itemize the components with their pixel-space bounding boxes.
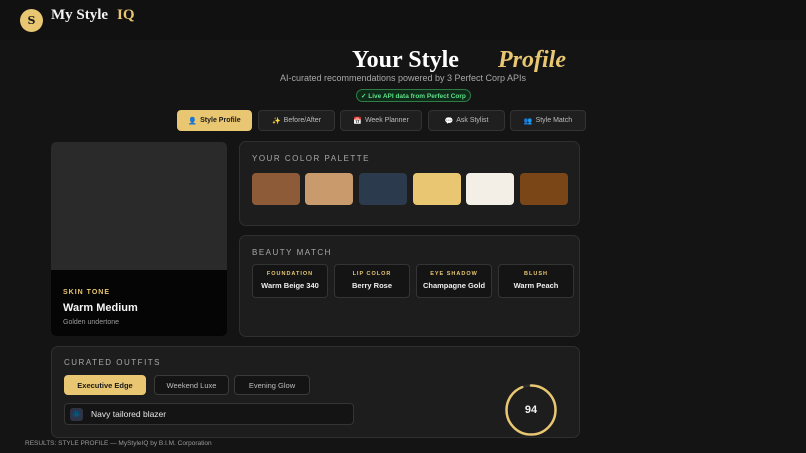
tab-label: Before/After xyxy=(283,117,322,124)
beauty-card-blush[interactable]: BLUSH Warm Peach xyxy=(498,264,574,298)
tab-bar: 👤 Style Profile ✨ Before/After 📅 Week Pl… xyxy=(0,110,806,131)
curated-outfits-title: CURATED OUTFITS xyxy=(64,358,162,367)
color-palette-title: YOUR COLOR PALETTE xyxy=(252,154,370,163)
skin-undertone: Golden undertone xyxy=(63,319,120,326)
beauty-card-foundation[interactable]: FOUNDATION Warm Beige 340 xyxy=(252,264,328,298)
logo-avatar[interactable]: S xyxy=(20,9,43,32)
tab-week-planner[interactable]: 📅 Week Planner xyxy=(340,110,422,131)
beauty-match-panel: BEAUTY MATCH FOUNDATION Warm Beige 340 L… xyxy=(239,235,580,337)
beauty-card-lip-color[interactable]: LIP COLOR Berry Rose xyxy=(334,264,410,298)
beauty-card-value: Warm Beige 340 xyxy=(261,281,319,290)
page-title: Your Style xyxy=(352,47,459,73)
outfit-tab-executive-edge[interactable]: Executive Edge xyxy=(64,375,146,395)
outfit-item-label: Navy tailored blazer xyxy=(91,409,167,419)
outfit-tab-evening-glow[interactable]: Evening Glow xyxy=(234,375,310,395)
beauty-card-value: Berry Rose xyxy=(351,281,393,290)
beauty-card-eye-shadow[interactable]: EYE SHADOW Champagne Gold xyxy=(416,264,492,298)
palette-swatch-5[interactable] xyxy=(466,173,514,205)
tab-ask-stylist[interactable]: 💬 Ask Stylist xyxy=(428,110,505,131)
user-photo-card: SKIN TONE Warm Medium Golden undertone xyxy=(51,142,227,336)
footer-caption: RESULTS: STYLE PROFILE — MyStyleIQ by B.… xyxy=(25,440,212,447)
beauty-card-value: Warm Peach xyxy=(513,281,559,290)
palette-swatch-4[interactable] xyxy=(413,173,461,205)
curated-outfits-panel: CURATED OUTFITS Executive Edge Weekend L… xyxy=(51,346,580,438)
beauty-card-value: Champagne Gold xyxy=(422,281,486,290)
color-palette-panel: YOUR COLOR PALETTE xyxy=(239,141,580,226)
calendar-icon: 📅 xyxy=(353,117,362,125)
speech-bubble-icon: 💬 xyxy=(444,117,454,125)
tab-style-profile[interactable]: 👤 Style Profile xyxy=(177,110,252,131)
beauty-card-label: LIP COLOR xyxy=(352,271,392,277)
match-score-value: 94 xyxy=(524,404,538,416)
outfit-tab-weekend-luxe[interactable]: Weekend Luxe xyxy=(154,375,229,395)
page-title-accent: Profile xyxy=(498,47,566,73)
brand-name[interactable]: My Style xyxy=(51,7,108,24)
skin-tone-value: Warm Medium xyxy=(63,302,138,314)
people-icon: 👥 xyxy=(523,117,533,125)
palette-swatch-2[interactable] xyxy=(305,173,353,205)
live-api-badge: ✓ Live API data from Perfect Corp xyxy=(356,89,471,102)
top-bar: S My Style IQ xyxy=(0,0,806,40)
sparkles-icon: ✨ xyxy=(271,117,281,125)
beauty-match-title: BEAUTY MATCH xyxy=(252,248,332,257)
beauty-card-label: FOUNDATION xyxy=(266,271,314,277)
palette-swatch-1[interactable] xyxy=(252,173,300,205)
beauty-card-label: BLUSH xyxy=(524,271,548,277)
palette-swatch-3[interactable] xyxy=(359,173,407,205)
outfit-item[interactable]: 🧥 Navy tailored blazer xyxy=(64,403,354,425)
tab-label: Ask Stylist xyxy=(456,117,489,124)
beauty-card-label: EYE SHADOW xyxy=(430,271,478,277)
tab-label: Style Match xyxy=(535,117,573,124)
skin-tone-label: SKIN TONE xyxy=(63,289,110,296)
tab-style-match[interactable]: 👥 Style Match xyxy=(510,110,586,131)
brand-suffix[interactable]: IQ xyxy=(117,7,135,24)
page-subtitle: AI-curated recommendations powered by 3 … xyxy=(279,73,527,83)
palette-swatch-6[interactable] xyxy=(520,173,568,205)
skin-tone-info: SKIN TONE Warm Medium Golden undertone xyxy=(51,270,227,336)
tab-before-after[interactable]: ✨ Before/After xyxy=(258,110,335,131)
tab-label: Week Planner xyxy=(364,117,409,124)
blazer-icon: 🧥 xyxy=(70,407,83,421)
person-icon: 👤 xyxy=(188,117,198,125)
tab-label: Style Profile xyxy=(200,117,241,124)
